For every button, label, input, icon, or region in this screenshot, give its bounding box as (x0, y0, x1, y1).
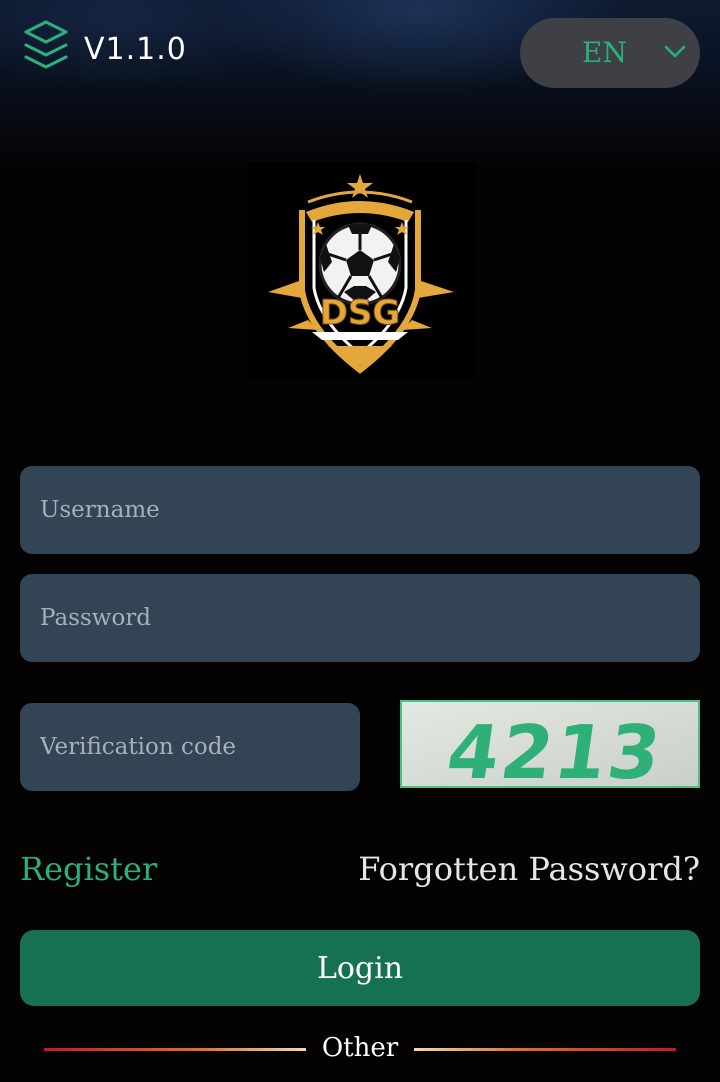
dsg-shield-logo-icon: DSG (268, 174, 454, 374)
divider-right (414, 1048, 676, 1051)
header: V1.1.0 EN (0, 0, 720, 110)
password-input[interactable] (20, 574, 700, 662)
register-link[interactable]: Register (20, 850, 157, 888)
forgot-password-link[interactable]: Forgotten Password? (358, 850, 700, 888)
brand-logo: DSG (248, 162, 476, 380)
app-version: V1.1.0 (84, 32, 187, 67)
login-button[interactable]: Login (20, 930, 700, 1006)
verification-code-input[interactable] (20, 703, 360, 791)
layers-icon (24, 20, 68, 69)
captcha-canvas: 4213 (402, 702, 698, 786)
captcha-text: 4213 (442, 709, 668, 786)
captcha-image[interactable]: 4213 (400, 700, 700, 788)
svg-text:DSG: DSG (320, 293, 401, 333)
language-value: EN (582, 36, 627, 69)
username-input[interactable] (20, 466, 700, 554)
chevron-down-icon (664, 45, 686, 58)
